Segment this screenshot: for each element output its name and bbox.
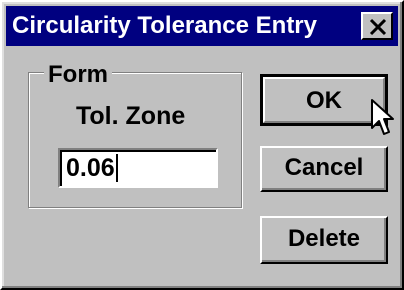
- tol-zone-input[interactable]: 0.06: [58, 148, 218, 188]
- tol-zone-value: 0.06: [66, 154, 115, 182]
- ok-button-face: OK: [263, 77, 385, 123]
- ok-button-label: OK: [306, 87, 342, 114]
- mouse-pointer-icon: [371, 99, 394, 135]
- text-caret: [116, 154, 118, 182]
- form-group-label: Form: [44, 62, 112, 88]
- tol-zone-label: Tol. Zone: [76, 102, 186, 130]
- close-button[interactable]: [361, 12, 393, 40]
- delete-button[interactable]: Delete: [260, 216, 388, 264]
- title-bar[interactable]: Circularity Tolerance Entry: [6, 6, 398, 46]
- delete-button-label: Delete: [287, 225, 361, 252]
- ok-button[interactable]: OK: [260, 74, 388, 126]
- cancel-button-label: Cancel: [284, 154, 364, 181]
- window-title: Circularity Tolerance Entry: [12, 12, 317, 39]
- close-icon: [369, 18, 387, 36]
- circularity-tolerance-dialog: Circularity Tolerance Entry Form Tol. Zo…: [0, 0, 404, 290]
- cancel-button[interactable]: Cancel: [260, 146, 388, 192]
